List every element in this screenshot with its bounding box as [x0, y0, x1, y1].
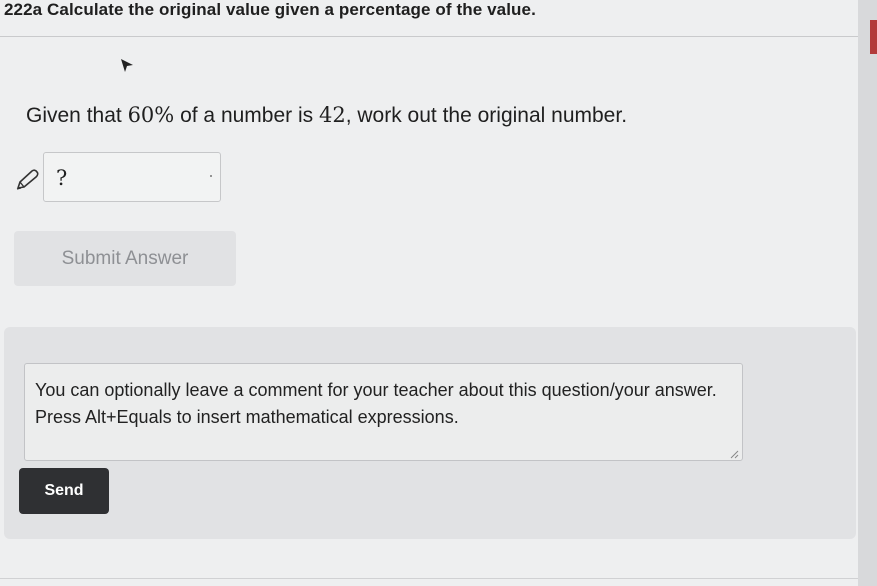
question-page: 222a Calculate the original value given …: [0, 0, 858, 586]
answer-placeholder: ?: [56, 166, 68, 190]
question-value: 42: [318, 103, 346, 127]
sidebar-accent: [870, 20, 877, 54]
answer-input[interactable]: ?: [43, 152, 221, 202]
mouse-cursor-icon: [121, 59, 133, 72]
right-sidebar-edge: [858, 0, 877, 586]
comment-placeholder: You can optionally leave a comment for y…: [35, 380, 717, 427]
resize-handle-icon[interactable]: [729, 449, 739, 459]
comment-textarea[interactable]: You can optionally leave a comment for y…: [24, 363, 743, 461]
page-title: 222a Calculate the original value given …: [4, 0, 536, 19]
question-prefix: Given that: [26, 104, 128, 127]
footer-divider: [0, 578, 858, 579]
send-button[interactable]: Send: [19, 468, 109, 514]
submit-answer-button[interactable]: Submit Answer: [14, 231, 236, 286]
answer-caret: [210, 175, 212, 177]
question-text: Given that 60% of a number is 42, work o…: [26, 103, 627, 128]
header-divider: [0, 36, 858, 37]
question-middle: of a number is: [174, 104, 319, 127]
pencil-icon: [16, 169, 39, 190]
question-suffix: , work out the original number.: [345, 104, 628, 127]
question-percent: 60%: [127, 103, 175, 127]
